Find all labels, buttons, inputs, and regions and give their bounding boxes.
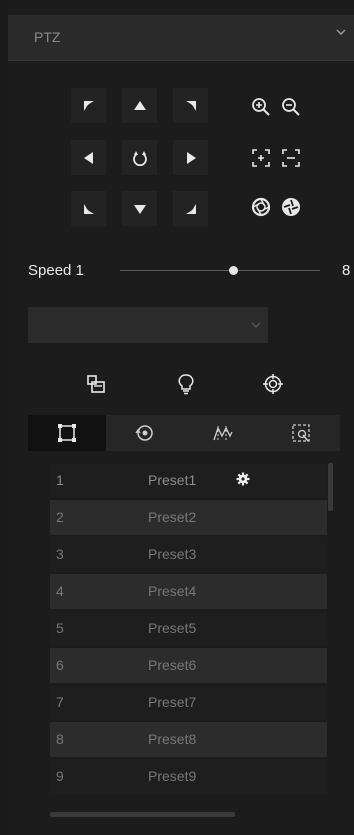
pan-up-button[interactable]: [122, 88, 157, 123]
preset-list: 1 Preset1 2 Preset2 3 Preset3 4 Preset4 …: [50, 463, 327, 808]
zoom-in-icon[interactable]: [250, 96, 272, 118]
preset-row-9[interactable]: 9 Preset9: [50, 759, 327, 794]
chevron-down-icon: [250, 318, 262, 330]
preset-name: Preset5: [148, 620, 197, 636]
preset-name: Preset4: [148, 583, 197, 599]
gear-icon[interactable]: [236, 472, 250, 486]
light-bulb-icon[interactable]: [175, 373, 197, 395]
preset-row-7[interactable]: 7 Preset7: [50, 685, 327, 720]
speed-slider-track[interactable]: [120, 270, 320, 271]
pan-right-button[interactable]: [173, 140, 208, 175]
arrow-down-left-icon: [83, 203, 94, 214]
tab-track[interactable]: [262, 415, 340, 451]
preset-number: 1: [56, 472, 64, 488]
arrow-right-icon: [186, 151, 196, 164]
preset-row-8[interactable]: 8 Preset8: [50, 722, 327, 757]
zoom-out-icon[interactable]: [280, 96, 302, 118]
speed-max-label: 8: [342, 262, 351, 279]
speed-label: Speed 1: [28, 262, 84, 279]
preset-number: 5: [56, 620, 64, 636]
preset-name: Preset2: [148, 509, 197, 525]
preset-row-4[interactable]: 4 Preset4: [50, 574, 327, 609]
preset-number: 4: [56, 583, 64, 599]
arrow-up-icon: [133, 100, 146, 110]
patrol-icon: [135, 425, 153, 441]
preset-number: 7: [56, 694, 64, 710]
preset-frame-icon: [58, 424, 76, 442]
crosshair-icon[interactable]: [262, 373, 284, 395]
iris-close-icon[interactable]: [280, 196, 302, 218]
tab-pattern[interactable]: [184, 415, 262, 451]
arrow-up-right-icon: [185, 100, 196, 111]
pan-down-right-button[interactable]: [173, 191, 208, 226]
preset-number: 9: [56, 768, 64, 784]
pan-up-left-button[interactable]: [71, 88, 106, 123]
auto-rotate-button[interactable]: [122, 140, 157, 175]
focus-far-icon[interactable]: [280, 147, 302, 169]
pan-left-button[interactable]: [71, 140, 106, 175]
preset-name: Preset3: [148, 546, 197, 562]
iris-open-icon[interactable]: [250, 196, 272, 218]
preset-name: Preset6: [148, 657, 197, 673]
tab-preset[interactable]: [28, 415, 106, 451]
preset-row-1[interactable]: 1 Preset1: [50, 463, 327, 498]
preset-name: Preset9: [148, 768, 197, 784]
preset-name: Preset8: [148, 731, 197, 747]
chevron-down-icon[interactable]: [334, 25, 348, 39]
pattern-icon: [213, 426, 233, 441]
pan-down-left-button[interactable]: [71, 191, 106, 226]
horizontal-scrollbar[interactable]: [50, 812, 235, 817]
preset-copy-icon[interactable]: [85, 373, 107, 395]
pan-up-right-button[interactable]: [173, 88, 208, 123]
arrow-up-left-icon: [83, 100, 94, 111]
track-icon: [292, 424, 310, 442]
tab-patrol[interactable]: [106, 415, 184, 451]
preset-group-select[interactable]: [28, 307, 268, 343]
preset-row-3[interactable]: 3 Preset3: [50, 537, 327, 572]
preset-row-2[interactable]: 2 Preset2: [50, 500, 327, 535]
preset-number: 6: [56, 657, 64, 673]
preset-name: Preset1: [148, 472, 197, 488]
preset-number: 2: [56, 509, 64, 525]
preset-name: Preset7: [148, 694, 197, 710]
ptz-tabs: [28, 415, 340, 451]
ptz-header[interactable]: PTZ: [8, 15, 354, 61]
auto-rotate-icon: [132, 150, 147, 166]
ptz-title: PTZ: [34, 29, 61, 45]
preset-row-6[interactable]: 6 Preset6: [50, 648, 327, 683]
preset-number: 8: [56, 731, 64, 747]
focus-near-icon[interactable]: [250, 147, 272, 169]
preset-row-5[interactable]: 5 Preset5: [50, 611, 327, 646]
preset-number: 3: [56, 546, 64, 562]
arrow-down-icon: [133, 204, 146, 214]
arrow-left-icon: [83, 151, 93, 164]
pan-down-button[interactable]: [122, 191, 157, 226]
speed-slider-handle[interactable]: [229, 266, 238, 275]
arrow-down-right-icon: [185, 203, 196, 214]
vertical-scrollbar[interactable]: [328, 463, 333, 511]
